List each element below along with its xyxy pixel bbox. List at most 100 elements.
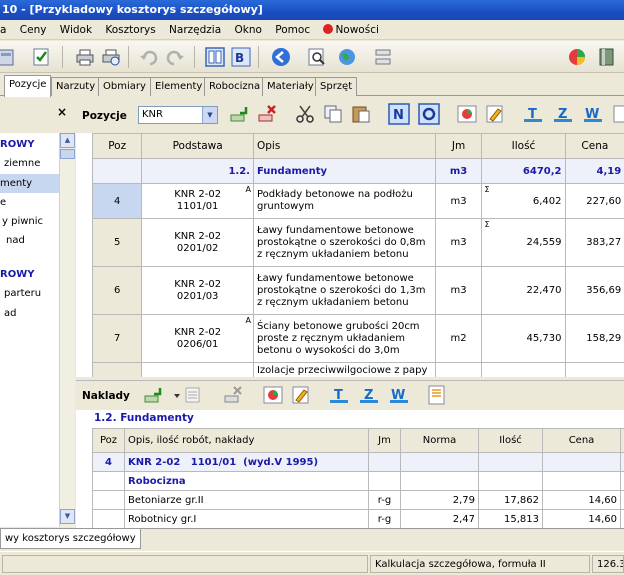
document-tab[interactable]: wy kosztorys szczegółowy: [0, 529, 141, 549]
column-header-w[interactable]: W: [620, 428, 624, 453]
tree-scrollbar[interactable]: ▲ ▼: [59, 133, 75, 527]
undo-icon[interactable]: [138, 46, 160, 68]
column-header-opis[interactable]: Opis: [252, 133, 436, 159]
new-doc-icon[interactable]: [0, 46, 18, 68]
edit-icon[interactable]: [290, 384, 312, 406]
menu-item-kosztorys[interactable]: Kosztorys: [100, 20, 160, 40]
column-header-norma[interactable]: Norma: [400, 428, 479, 453]
paste-icon[interactable]: [350, 103, 372, 125]
table-row[interactable]: Izolacje przeciwwilgociowe z papy lub: [91, 362, 624, 377]
table-row[interactable]: Robotnicy gr.I r-g 2,47 15,813 14,60: [92, 509, 624, 528]
w-icon[interactable]: W: [388, 384, 410, 406]
catalog-select[interactable]: KNR ▼: [138, 106, 218, 124]
tab-elementy[interactable]: Elementy: [150, 77, 208, 96]
layout-b-icon[interactable]: B: [230, 46, 252, 68]
tab-obmiary[interactable]: Obmiary: [98, 77, 151, 96]
copy-icon[interactable]: [322, 103, 344, 125]
table-row[interactable]: 7 KNR 2-02 0206/01 A Ściany betonowe grub…: [91, 314, 624, 363]
redo-icon[interactable]: [164, 46, 186, 68]
scroll-thumb[interactable]: [60, 149, 75, 159]
menu-item-okno[interactable]: Okno: [230, 20, 267, 40]
chart-icon[interactable]: [456, 103, 478, 125]
table-row[interactable]: 4 KNR 2-02 1101/01 A Podkłady betonowe na…: [91, 183, 624, 219]
menu-item-narzedzia[interactable]: Narzędzia: [164, 20, 226, 40]
insert-down-icon[interactable]: [228, 103, 250, 125]
tree-item[interactable]: parteru: [0, 284, 41, 303]
column-header-poz[interactable]: Poz: [92, 428, 125, 453]
tab-sprzet[interactable]: Sprzęt: [315, 77, 358, 96]
table-row[interactable]: 6 KNR 2-02 0201/03 Ławy fundamentowe bet…: [91, 266, 624, 315]
cell-w: [620, 490, 624, 510]
layout-icon[interactable]: [612, 103, 624, 125]
edit-icon[interactable]: [484, 103, 506, 125]
tree-item[interactable]: ziemne: [0, 154, 40, 173]
list-icon[interactable]: [182, 384, 204, 406]
t-icon[interactable]: T: [328, 384, 350, 406]
menu-item-a[interactable]: a: [0, 20, 11, 40]
scroll-down-icon[interactable]: ▼: [60, 509, 75, 524]
table-row[interactable]: 5 KNR 2-02 0201/02 Ławy fundamentowe bet…: [91, 218, 624, 267]
search-icon[interactable]: [306, 46, 328, 68]
column-header-jm[interactable]: Jm: [368, 428, 401, 453]
menu-item-nowosci[interactable]: Nowości: [318, 20, 383, 40]
tab-narzuty[interactable]: Narzuty: [51, 77, 101, 96]
chart-icon[interactable]: [262, 384, 284, 406]
cell-ilosc: Σ 24,559: [481, 218, 566, 267]
dropdown-arrow-icon[interactable]: [166, 384, 180, 406]
split-icon[interactable]: [372, 46, 394, 68]
tree-group[interactable]: ROWY: [0, 135, 34, 154]
print-icon[interactable]: [74, 46, 96, 68]
column-header-cena[interactable]: Cena: [564, 133, 624, 159]
tab-pozycje[interactable]: Pozycje: [4, 75, 52, 97]
table-row[interactable]: Betoniarze gr.II r-g 2,79 17,862 14,60: [92, 490, 624, 510]
z-icon[interactable]: Z: [552, 103, 574, 125]
cell-cena: [564, 362, 624, 377]
tree-item[interactable]: ad: [0, 304, 16, 323]
column-header-ilosc[interactable]: Ilość: [481, 133, 566, 159]
svg-text:T: T: [334, 388, 343, 403]
tree-item[interactable]: e: [0, 193, 6, 212]
notes-icon[interactable]: [426, 384, 448, 406]
book-icon[interactable]: [596, 46, 618, 68]
tree-item[interactable]: y piwnic: [0, 212, 43, 231]
close-panel-button[interactable]: ×: [57, 105, 67, 119]
layout-icon[interactable]: [204, 46, 226, 68]
menu-item-ceny[interactable]: Ceny: [15, 20, 52, 40]
cell-poz: 4: [91, 183, 143, 219]
column-header-jm[interactable]: Jm: [434, 133, 483, 159]
pie-chart-icon[interactable]: [566, 46, 588, 68]
column-header-podstawa[interactable]: Podstawa: [141, 133, 254, 159]
table-row-group[interactable]: 1.2. Fundamenty m3 6470,2 4,19 27: [91, 158, 624, 184]
column-header-ilosc[interactable]: Ilość: [478, 428, 543, 453]
globe-icon[interactable]: [336, 46, 358, 68]
cell-jm: m2: [434, 314, 483, 363]
print-preview-icon[interactable]: [100, 46, 122, 68]
w-icon[interactable]: W: [582, 103, 604, 125]
column-header-poz[interactable]: Poz: [91, 133, 143, 159]
chevron-down-icon[interactable]: ▼: [202, 107, 217, 123]
column-header-opis[interactable]: Opis, ilość robót, nakłady: [124, 428, 369, 453]
menu-item-pomoc[interactable]: Pomoc: [270, 20, 315, 40]
tree-item[interactable]: nad: [0, 231, 25, 250]
column-header-cena[interactable]: Cena: [542, 428, 621, 453]
t-icon[interactable]: T: [522, 103, 544, 125]
cell-podstawa-text: KNR 2-02 1101/01: [174, 189, 222, 212]
delete-icon[interactable]: [256, 103, 278, 125]
positions-table: Poz Podstawa Opis Jm Ilość Cena W 1.2. F…: [91, 133, 624, 377]
menu-item-widok[interactable]: Widok: [55, 20, 97, 40]
z-icon[interactable]: Z: [358, 384, 380, 406]
tree-item-selected[interactable]: menty: [0, 174, 59, 193]
scroll-up-icon[interactable]: ▲: [60, 133, 75, 148]
o-icon[interactable]: [418, 103, 440, 125]
tab-robocizna[interactable]: Robocizna: [204, 77, 266, 96]
back-icon[interactable]: [270, 46, 292, 68]
insert-down-icon[interactable]: [142, 384, 164, 406]
delete-icon[interactable]: [222, 384, 244, 406]
check-icon[interactable]: [30, 46, 52, 68]
table-row-knr[interactable]: 4 KNR 2-02 1101/01 (wyd.V 1995): [92, 452, 624, 472]
tab-materialy[interactable]: Materiały: [262, 77, 319, 96]
tree-group[interactable]: ROWY: [0, 265, 34, 284]
table-row-category[interactable]: Robocizna: [92, 471, 624, 491]
cut-icon[interactable]: [294, 103, 316, 125]
n-icon[interactable]: N: [388, 103, 410, 125]
